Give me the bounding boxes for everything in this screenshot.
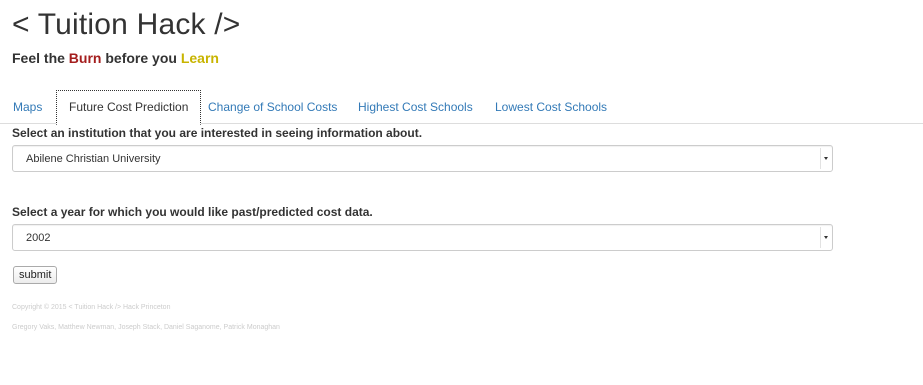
chevron-down-icon[interactable] bbox=[820, 148, 830, 169]
footer-authors: Gregory Vaks, Matthew Newman, Joseph Sta… bbox=[12, 324, 280, 331]
tagline-part2: before you bbox=[101, 50, 181, 66]
tagline: Feel the Burn before you Learn bbox=[12, 50, 219, 66]
chevron-down-icon[interactable] bbox=[820, 227, 830, 248]
app-title: < Tuition Hack /> bbox=[12, 8, 241, 41]
tab-maps[interactable]: Maps bbox=[13, 90, 42, 124]
tagline-learn: Learn bbox=[180, 50, 219, 66]
submit-button[interactable]: submit bbox=[13, 266, 58, 284]
tab-bar: Maps Future Cost Prediction Change of Sc… bbox=[0, 90, 923, 125]
tagline-burn: Burn bbox=[68, 50, 102, 66]
tab-highest-cost-schools[interactable]: Highest Cost Schools bbox=[358, 90, 473, 124]
year-select[interactable]: 2002 bbox=[12, 224, 833, 251]
tab-change-of-school-costs[interactable]: Change of School Costs bbox=[208, 90, 337, 124]
tagline-part1: Feel the bbox=[12, 50, 69, 66]
year-label: Select a year for which you would like p… bbox=[12, 205, 373, 219]
institution-select-value: Abilene Christian University bbox=[26, 153, 161, 165]
footer-copyright: Copyright © 2015 < Tuition Hack /> Hack … bbox=[12, 304, 171, 311]
institution-select[interactable]: Abilene Christian University bbox=[12, 145, 833, 172]
tab-lowest-cost-schools[interactable]: Lowest Cost Schools bbox=[495, 90, 607, 124]
year-select-value: 2002 bbox=[26, 232, 51, 244]
institution-label: Select an institution that you are inter… bbox=[12, 126, 423, 140]
tab-future-cost-prediction[interactable]: Future Cost Prediction bbox=[56, 90, 202, 125]
